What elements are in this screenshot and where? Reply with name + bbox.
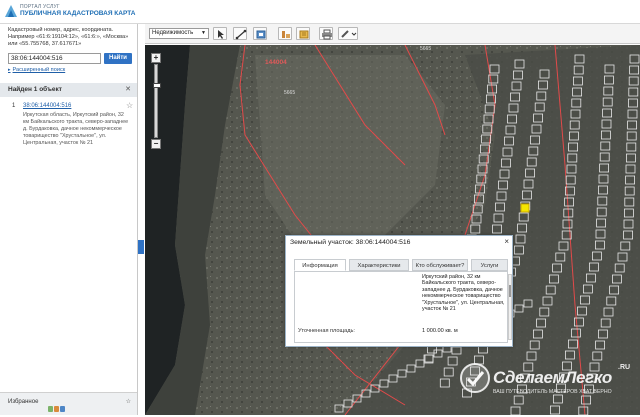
bookmark-icon[interactable] — [296, 27, 310, 40]
extended-search-label: Расширенный поиск — [12, 67, 66, 73]
tab-who-serves[interactable]: Кто обслуживает? — [412, 259, 468, 271]
popup-title: Земельный участок: 38:06:144004:516 — [290, 239, 411, 246]
area-value: 1 000.00 кв. м — [422, 328, 458, 334]
area-label: Уточненная площадь: — [298, 328, 355, 334]
sidebar-collapse-handle[interactable] — [138, 240, 144, 254]
address-value: Иркутский район, 32 км Байкальского трак… — [422, 274, 505, 313]
favorites-icons — [48, 399, 68, 412]
measure-tool-icon[interactable] — [233, 27, 247, 40]
zoom-control: + − — [151, 53, 161, 151]
zoom-handle[interactable] — [153, 83, 161, 88]
scrollbar[interactable] — [508, 274, 512, 340]
find-button[interactable]: Найти — [104, 53, 132, 64]
result-number: 1 — [12, 103, 16, 109]
brand-title[interactable]: ПУБЛИЧНАЯ КАДАСТРОВАЯ КАРТА — [20, 10, 135, 17]
portal-logo-icon[interactable] — [3, 3, 19, 19]
results-header: Найден 1 объект ✕ — [0, 83, 137, 97]
watermark-domain: .RU — [618, 364, 631, 371]
header: ПОРТАЛ УСЛУГ ПУБЛИЧНАЯ КАДАСТРОВАЯ КАРТА — [0, 0, 640, 24]
close-icon[interactable]: × — [504, 237, 509, 246]
print-icon[interactable] — [319, 27, 333, 40]
chevron-up-icon[interactable]: ☆ — [126, 398, 131, 405]
search-input[interactable] — [8, 53, 101, 64]
tab-content: Иркутский район, 32 км Байкальского трак… — [294, 271, 512, 343]
identify-icon[interactable] — [278, 27, 292, 40]
layer-select[interactable]: Недвижимость ▼ — [149, 28, 209, 39]
link-icon[interactable] — [338, 27, 358, 40]
select-tool-icon[interactable] — [213, 27, 227, 40]
tab-information[interactable]: Информация — [294, 259, 346, 271]
zoom-slider[interactable] — [153, 64, 161, 138]
plot-label: 5665 — [284, 90, 296, 96]
layers-icon[interactable] — [253, 27, 267, 40]
watermark-subtitle: ВАШ ПУТЕВОДИТЕЛЬ МАСТЕРОВ ХВАТ ВЕРНО — [493, 389, 612, 395]
tab-characteristics[interactable]: Характеристики — [349, 259, 409, 271]
extended-search-link[interactable]: ▸ Расширенный поиск — [8, 67, 65, 73]
quarter-label: 144004 — [265, 59, 287, 66]
chevron-down-icon: ▼ — [201, 30, 206, 36]
info-popup: Земельный участок: 38:06:144004:516 × Ин… — [285, 235, 513, 347]
star-icon[interactable]: ☆ — [126, 101, 133, 110]
favorites-label: Избранное — [8, 399, 39, 405]
favorite-orange-icon[interactable] — [54, 406, 59, 412]
layer-select-value: Недвижимость — [152, 30, 194, 36]
scrollbar-thumb[interactable] — [509, 285, 511, 297]
plot-label: 5665 — [420, 46, 432, 52]
watermark: СделаемЛегко .RU ВАШ ПУТЕВОДИТЕЛЬ МАСТЕР… — [455, 356, 640, 415]
search-hint: Кадастровый номер, адрес, координата. На… — [8, 27, 129, 47]
sidebar: Кадастровый номер, адрес, координата. На… — [0, 24, 138, 415]
zoom-in-button[interactable]: + — [151, 53, 161, 63]
favorite-green-icon[interactable] — [48, 406, 53, 412]
favorite-blue-icon[interactable] — [60, 406, 65, 412]
result-address: Иркутская область, Иркутский район, 32 к… — [23, 112, 129, 146]
watermark-logo-icon — [460, 363, 490, 393]
results-title: Найден 1 объект — [8, 86, 62, 93]
close-icon[interactable]: ✕ — [125, 85, 131, 93]
arrow-right-icon: ▸ — [8, 67, 11, 73]
tab-services[interactable]: Услуги — [471, 259, 508, 271]
result-link[interactable]: 38:06:144004:516 — [23, 103, 71, 109]
watermark-text: СделаемЛегко — [493, 368, 612, 387]
popup-tabs: Информация Характеристики Кто обслуживае… — [294, 259, 508, 271]
zoom-out-button[interactable]: − — [151, 139, 161, 149]
favorites-bar[interactable]: Избранное ☆ — [0, 392, 137, 415]
map-toolbar: Недвижимость ▼ — [145, 24, 640, 44]
highlighted-plot[interactable] — [520, 203, 530, 213]
